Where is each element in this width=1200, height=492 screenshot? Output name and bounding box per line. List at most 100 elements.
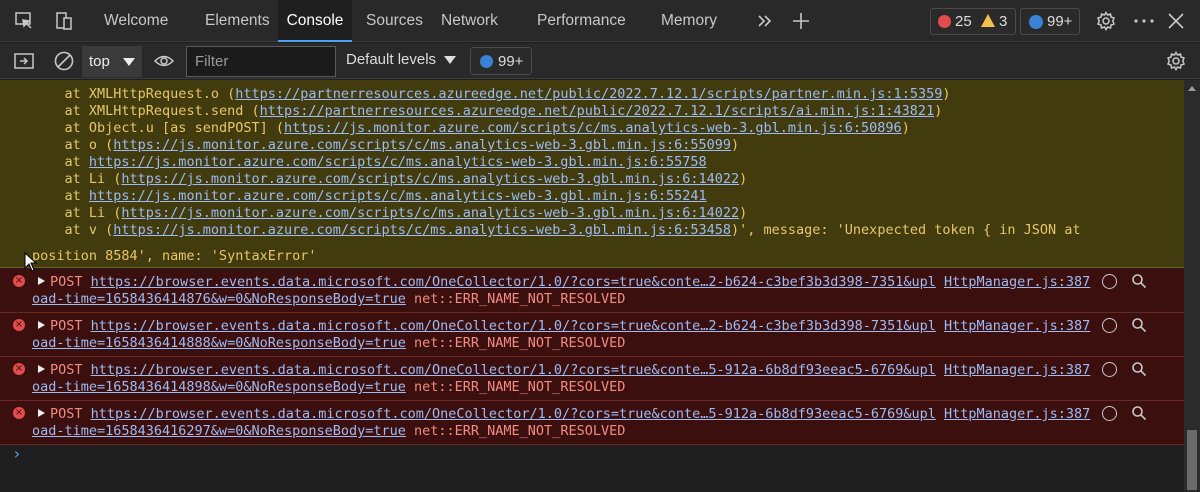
stack-frame-function: Object.u [as sendPOST] ( [88,120,284,136]
console-scrollbar[interactable] [1184,80,1200,492]
tab-sources[interactable]: Sources [366,0,423,42]
stack-frame-link[interactable]: https://partnerresources.azureedge.net/p… [235,86,942,102]
tab-network[interactable]: Network [441,0,498,42]
expand-triangle-icon[interactable] [38,321,45,329]
stack-frame-function: o ( [88,137,114,153]
stack-frame-function: Li ( [88,171,122,187]
tab-elements[interactable]: Elements [205,0,270,42]
stack-frame-suffix: )', message: 'Unexpected token { in JSON… [731,222,1081,238]
network-icon[interactable] [1102,406,1117,421]
filter-input[interactable] [186,46,336,77]
more-tabs-icon[interactable] [755,11,775,31]
clear-console-icon[interactable] [53,50,74,71]
tab-performance[interactable]: Performance [537,0,626,42]
error-url-continued[interactable]: oad-time=1658436414888&w=0&NoResponseBod… [32,335,406,351]
search-icon[interactable] [1131,361,1147,381]
stack-frame-link[interactable]: https://js.monitor.azure.com/scripts/c/m… [121,171,739,187]
error-text: net::ERR_NAME_NOT_RESOLVED [414,423,626,439]
stack-frame-function: v ( [88,222,114,238]
message-count: 99+ [1047,13,1073,30]
error-second-line: oad-time=1658436416297&w=0&NoResponseBod… [32,423,625,440]
inspect-icon[interactable] [14,11,34,31]
device-emulation-icon[interactable] [54,11,74,31]
context-label: top [89,53,110,70]
stack-frame-link[interactable]: https://js.monitor.azure.com/scripts/c/m… [113,222,731,238]
error-source-link[interactable]: HttpManager.js:387 [944,406,1090,423]
tab-welcome[interactable]: Welcome [104,0,168,42]
network-icon[interactable] [1102,362,1117,377]
stack-frame-suffix: ) [731,137,740,153]
error-second-line: oad-time=1658436414876&w=0&NoResponseBod… [32,291,625,308]
stack-frame-suffix: ) [739,171,748,187]
stack-frame-link[interactable]: https://js.monitor.azure.com/scripts/c/m… [113,137,731,153]
more-options-icon[interactable] [1133,11,1154,31]
search-icon[interactable] [1131,405,1147,425]
error-first-line: POST https://browser.events.data.microso… [50,362,936,379]
error-source-link[interactable]: HttpManager.js:387 [944,362,1090,379]
error-url[interactable]: https://browser.events.data.microsoft.co… [91,362,936,378]
stack-frame-link[interactable]: https://partnerresources.azureedge.net/p… [260,103,935,119]
error-url-continued[interactable]: oad-time=1658436416297&w=0&NoResponseBod… [32,423,406,439]
error-icon: × [13,363,25,375]
stack-frame-suffix: ) [934,103,943,119]
error-url-continued[interactable]: oad-time=1658436414898&w=0&NoResponseBod… [32,379,406,395]
scrollbar-thumb[interactable] [1187,430,1197,490]
settings-icon[interactable] [1096,11,1116,31]
error-message: × POST https://browser.events.data.micros… [0,401,1184,445]
add-tab-icon[interactable] [791,11,811,31]
mouse-cursor-icon [24,252,38,272]
error-warning-badge[interactable]: 25 3 [930,8,1016,35]
network-icon[interactable] [1102,318,1117,333]
eye-icon[interactable] [153,52,175,72]
error-message: × POST https://browser.events.data.micros… [0,313,1184,357]
error-url-continued[interactable]: oad-time=1658436414876&w=0&NoResponseBod… [32,291,406,307]
expand-triangle-icon[interactable] [38,277,45,285]
messages-badge[interactable]: 99+ [1020,8,1080,35]
stack-frame-link[interactable]: https://js.monitor.azure.com/scripts/c/m… [121,205,739,221]
error-method: POST [50,362,83,378]
stack-frame-link[interactable]: https://js.monitor.azure.com/scripts/c/m… [89,188,707,204]
log-levels-dropdown[interactable]: Default levels [346,51,456,71]
tab-console[interactable]: Console [278,0,352,42]
error-first-line: POST https://browser.events.data.microso… [50,318,936,335]
chevron-down-icon [444,56,456,64]
stack-frame-prefix: at [32,103,89,119]
error-url[interactable]: https://browser.events.data.microsoft.co… [91,318,936,334]
console-output[interactable]: at XMLHttpRequest.o (https://partnerreso… [0,80,1184,492]
toggle-sidebar-icon[interactable] [13,51,34,71]
warning-message: at XMLHttpRequest.o (https://partnerreso… [0,80,1184,268]
expand-triangle-icon[interactable] [38,365,45,373]
context-selector[interactable]: top [82,46,142,77]
network-icon[interactable] [1102,274,1117,289]
stack-frame-link[interactable]: https://js.monitor.azure.com/scripts/c/m… [89,154,707,170]
issues-count: 99+ [498,53,524,70]
scroll-up-arrow[interactable] [1188,86,1196,91]
error-url[interactable]: https://browser.events.data.microsoft.co… [91,406,936,422]
settings-icon[interactable] [1166,51,1186,71]
stack-frame: at o (https://js.monitor.azure.com/scrip… [32,137,740,154]
prompt-chevron-icon[interactable]: › [12,444,22,463]
stack-frame-prefix: at [32,222,89,238]
stack-frame-link[interactable]: https://js.monitor.azure.com/scripts/c/m… [284,120,902,136]
stack-frame-suffix: ) [901,120,910,136]
error-url[interactable]: https://browser.events.data.microsoft.co… [91,274,936,290]
error-message: × POST https://browser.events.data.micros… [0,357,1184,401]
search-icon[interactable] [1131,273,1147,293]
error-count: 25 [955,13,972,30]
error-source-link[interactable]: HttpManager.js:387 [944,274,1090,291]
expand-triangle-icon[interactable] [38,409,45,417]
console-toolbar: top Default levels 99+ [0,43,1200,79]
issues-badge[interactable]: 99+ [470,47,532,75]
log-levels-label: Default levels [346,51,437,68]
stack-frame: at XMLHttpRequest.o (https://partnerreso… [32,86,951,103]
chevron-down-icon [123,58,135,66]
tab-memory[interactable]: Memory [661,0,717,42]
message-icon [1029,15,1043,29]
search-icon[interactable] [1131,317,1147,337]
error-icon: × [13,407,25,419]
error-method: POST [50,274,83,290]
error-method: POST [50,406,83,422]
close-icon[interactable] [1166,11,1186,31]
stack-frame-prefix: at [32,205,89,221]
error-source-link[interactable]: HttpManager.js:387 [944,318,1090,335]
